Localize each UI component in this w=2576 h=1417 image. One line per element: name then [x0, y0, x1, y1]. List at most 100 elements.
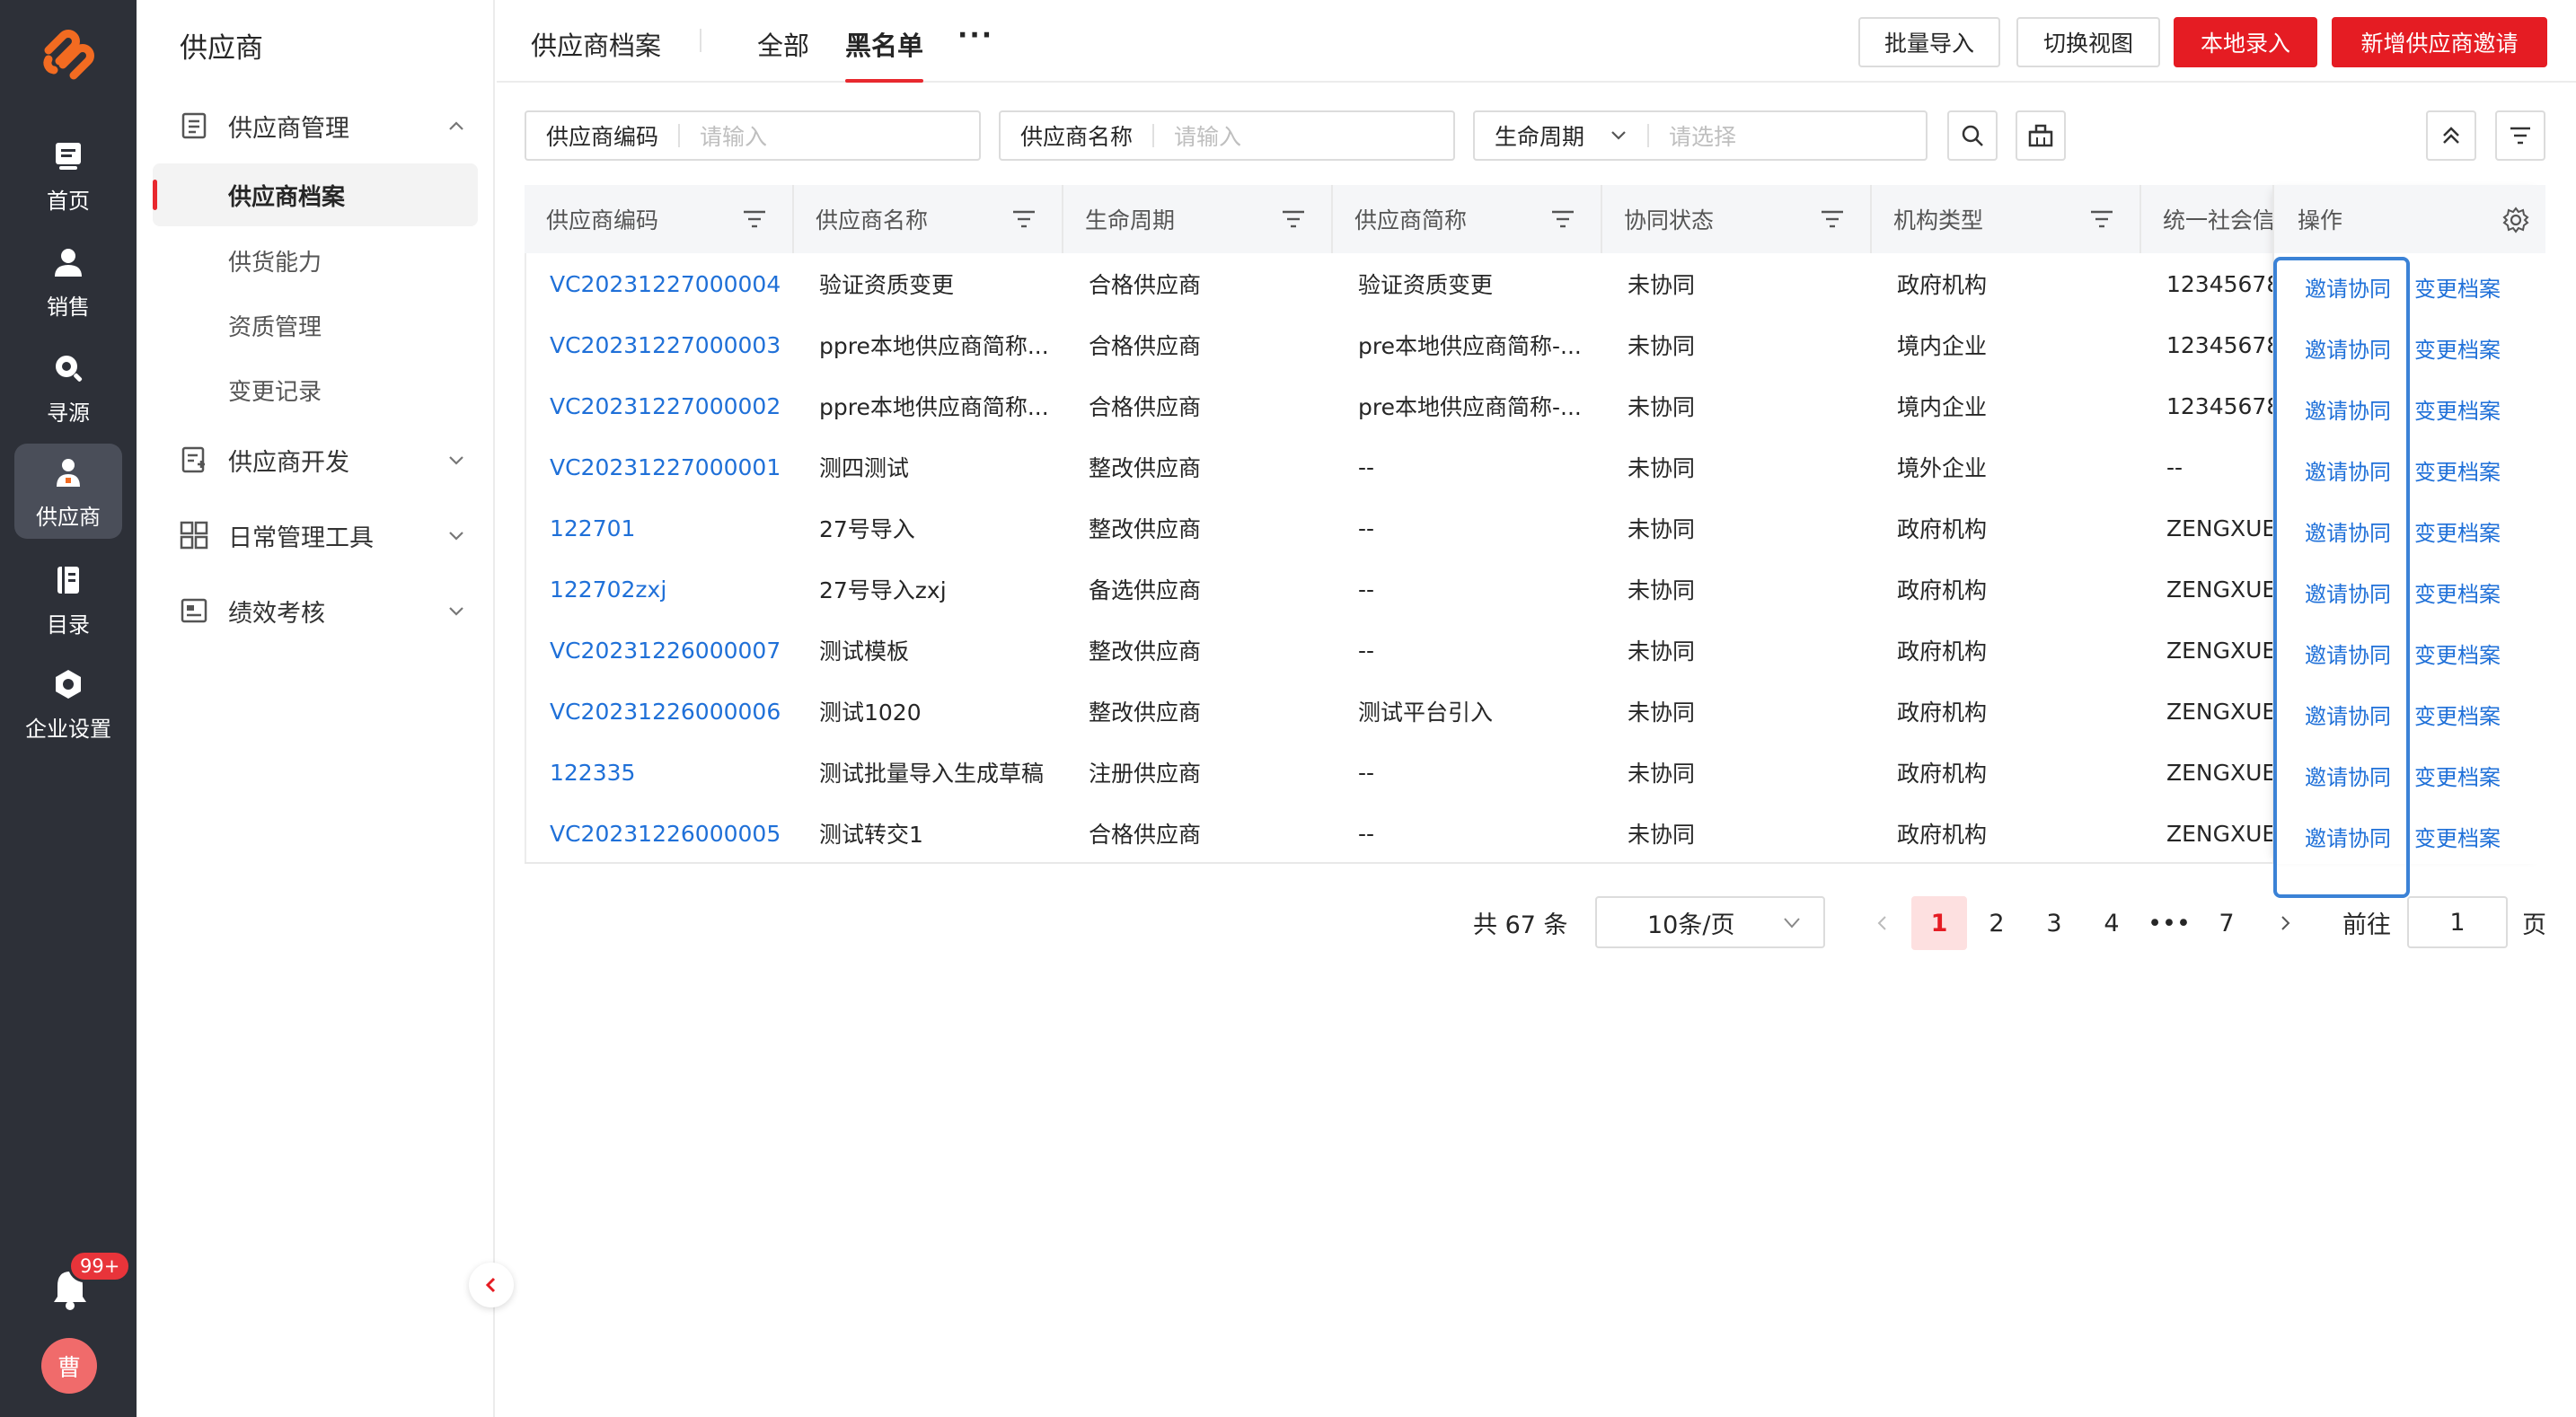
collapse-filter-button[interactable]: [2426, 110, 2476, 161]
col-supplier-code-cell[interactable]: VC20231226000007: [525, 620, 794, 681]
table-row[interactable]: 122702zxj 27号导入zxj 备选供应商 -- 未协同 政府机构 ZENGXUEJ: [525, 559, 2545, 620]
table-row[interactable]: 122335 测试批量导入生成草稿 注册供应商 -- 未协同 政府机构 ZENGXUEJ: [525, 742, 2545, 803]
col-supplier-code-cell[interactable]: VC20231227000004: [525, 253, 794, 314]
rail-item-enterprise-settings[interactable]: 企业设置: [14, 656, 122, 751]
lifecycle-select[interactable]: 请选择: [1669, 119, 1736, 152]
col-supplier-code-cell[interactable]: VC20231227000001: [525, 436, 794, 497]
sidebar-item-qualification[interactable]: 资质管理: [228, 304, 322, 347]
tab-all[interactable]: 全部: [757, 25, 809, 63]
col-supplier-code-cell[interactable]: VC20231226000005: [525, 803, 794, 864]
more-tabs-button[interactable]: ···: [957, 20, 993, 51]
change-profile-link[interactable]: 变更档案: [2414, 821, 2501, 852]
local-entry-button[interactable]: 本地录入: [2174, 17, 2317, 67]
new-supplier-invite-button[interactable]: 新增供应商邀请: [2332, 17, 2547, 67]
table-row[interactable]: VC20231227000003 ppre本地供应商简称... 合格供应商 pre本地…: [525, 314, 2545, 375]
rail-item-sourcing[interactable]: 寻源: [14, 339, 122, 435]
tab-blacklist[interactable]: 黑名单: [845, 25, 924, 83]
filter-settings-button[interactable]: [2495, 110, 2545, 161]
col-supplier-code-cell[interactable]: VC20231226000006: [525, 681, 794, 742]
logo-icon[interactable]: [36, 23, 101, 88]
invite-collab-link[interactable]: 邀请协同: [2305, 821, 2391, 852]
rail-item-catalog[interactable]: 目录: [14, 551, 122, 647]
col-supplier-code-cell[interactable]: 122701: [525, 497, 794, 559]
supplier-code-input[interactable]: 请输入: [700, 119, 767, 152]
sidebar-item-supply-capability[interactable]: 供货能力: [228, 239, 322, 282]
column-filter-icon[interactable]: [1281, 208, 1306, 230]
invite-collab-link[interactable]: 邀请协同: [2305, 393, 2391, 425]
change-profile-link[interactable]: 变更档案: [2414, 515, 2501, 547]
col-lifecycle-cell: 合格供应商: [1089, 822, 1202, 848]
page-unit-label: 页: [2522, 911, 2546, 939]
table-row[interactable]: VC20231226000006 测试1020 整改供应商 测试平台引入 未协同 政府机构…: [525, 681, 2545, 742]
invite-collab-link[interactable]: 邀请协同: [2305, 576, 2391, 608]
page-number[interactable]: 4: [2084, 896, 2139, 950]
page-number[interactable]: 2: [1969, 896, 2025, 950]
invite-collab-link[interactable]: 邀请协同: [2305, 515, 2391, 547]
table-row[interactable]: VC20231226000005 测试转交1 合格供应商 -- 未协同 政府机构 ZENGX…: [525, 803, 2545, 864]
column-filter-icon[interactable]: [1011, 208, 1037, 230]
sidebar-group-supplier-development[interactable]: 供应商开发: [180, 438, 476, 481]
change-profile-link[interactable]: 变更档案: [2414, 393, 2501, 425]
rail-item-sales[interactable]: 销售: [14, 233, 122, 329]
avatar[interactable]: 曹: [41, 1338, 97, 1394]
change-profile-link[interactable]: 变更档案: [2414, 576, 2501, 608]
sidebar-item-change-records[interactable]: 变更记录: [228, 368, 322, 411]
invite-collab-link[interactable]: 邀请协同: [2305, 332, 2391, 364]
page-size-select[interactable]: 10条/页: [1595, 896, 1825, 948]
prev-page-button[interactable]: [1870, 911, 1895, 936]
table-row[interactable]: 122701 27号导入 整改供应商 -- 未协同 政府机构 ZENGXUEJ: [525, 497, 2545, 559]
column-filter-icon[interactable]: [1550, 208, 1575, 230]
clear-button[interactable]: [2016, 110, 2066, 161]
sidebar-group-daily-tools[interactable]: 日常管理工具: [180, 514, 476, 557]
page-number[interactable]: 1: [1911, 896, 1967, 950]
change-profile-link[interactable]: 变更档案: [2414, 271, 2501, 303]
invite-collab-link[interactable]: 邀请协同: [2305, 699, 2391, 730]
col-short-name-cell: 测试平台引入: [1358, 700, 1494, 726]
change-profile-link[interactable]: 变更档案: [2414, 454, 2501, 486]
goto-page-input[interactable]: 1: [2407, 896, 2508, 948]
gear-icon[interactable]: [2502, 207, 2529, 233]
invite-collab-link[interactable]: 邀请协同: [2305, 454, 2391, 486]
change-profile-link[interactable]: 变更档案: [2414, 699, 2501, 730]
column-label: 协同状态: [1624, 207, 1715, 233]
chevron-left-icon: [1877, 916, 1886, 930]
change-profile-link[interactable]: 变更档案: [2414, 332, 2501, 364]
collapse-sidebar-button[interactable]: [469, 1263, 514, 1307]
sidebar-item-supplier-profile[interactable]: 供应商档案: [153, 163, 478, 226]
change-profile-link[interactable]: 变更档案: [2414, 638, 2501, 669]
page-number[interactable]: 7: [2199, 896, 2254, 950]
search-button[interactable]: [1947, 110, 1998, 161]
supplier-icon: [49, 453, 88, 492]
batch-import-button[interactable]: 批量导入: [1858, 17, 2000, 67]
sidebar-group-supplier-management[interactable]: 供应商管理: [180, 104, 476, 147]
invite-collab-link[interactable]: 邀请协同: [2305, 638, 2391, 669]
table-row[interactable]: VC20231226000007 测试模板 整改供应商 -- 未协同 政府机构 ZENGXU…: [525, 620, 2545, 681]
column-filter-icon[interactable]: [742, 208, 767, 230]
col-supplier-code-cell[interactable]: 122335: [525, 742, 794, 803]
col-org-type-header: 机构类型: [1872, 185, 2141, 253]
supplier-code-filter[interactable]: 供应商编码 请输入: [525, 110, 981, 161]
col-supplier-code-cell[interactable]: VC20231227000002: [525, 375, 794, 436]
rail-item-home[interactable]: 首页: [14, 128, 122, 223]
rail-item-supplier[interactable]: 供应商: [14, 444, 122, 539]
lifecycle-filter[interactable]: 生命周期 请选择: [1473, 110, 1928, 161]
supplier-name-input[interactable]: 请输入: [1174, 119, 1241, 152]
col-supplier-code-cell[interactable]: VC20231227000003: [525, 314, 794, 375]
invite-collab-link[interactable]: 邀请协同: [2305, 760, 2391, 791]
col-supplier-code-cell[interactable]: 122702zxj: [525, 559, 794, 620]
switch-view-button[interactable]: 切换视图: [2016, 17, 2160, 67]
column-filter-icon[interactable]: [1820, 208, 1845, 230]
invite-collab-link[interactable]: 邀请协同: [2305, 271, 2391, 303]
supplier-name-filter[interactable]: 供应商名称 请输入: [999, 110, 1455, 161]
sidebar-group-performance[interactable]: 绩效考核: [180, 589, 476, 632]
col-org-type-cell: 境内企业: [1897, 394, 1988, 420]
change-profile-link[interactable]: 变更档案: [2414, 760, 2501, 791]
table-row[interactable]: VC20231227000001 测四测试 整改供应商 -- 未协同 境外企业 --: [525, 436, 2545, 497]
table-row[interactable]: VC20231227000004 验证资质变更 合格供应商 验证资质变更 未协同 政府机构…: [525, 253, 2545, 314]
column-filter-icon[interactable]: [2089, 208, 2114, 230]
next-page-button[interactable]: [2272, 911, 2298, 936]
col-supplier-name-cell: 27号导入: [819, 516, 915, 542]
page-ellipsis[interactable]: •••: [2141, 896, 2197, 950]
page-number[interactable]: 3: [2026, 896, 2082, 950]
table-row[interactable]: VC20231227000002 ppre本地供应商简称... 合格供应商 pre本地…: [525, 375, 2545, 436]
